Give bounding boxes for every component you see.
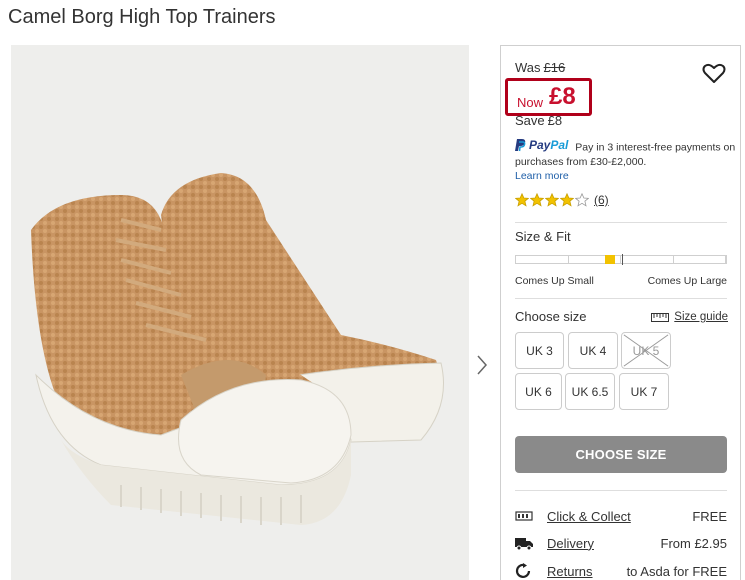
rating-stars[interactable]: (6) [515, 193, 609, 207]
paypal-logo: Pay Pal [515, 138, 568, 152]
size-guide-link[interactable]: Size guide [651, 311, 728, 323]
star-filled-icon [530, 193, 544, 207]
divider [515, 298, 727, 299]
returns-icon [515, 563, 531, 578]
delivery-link[interactable]: Delivery [547, 536, 661, 551]
star-empty-icon [575, 193, 589, 207]
size-option-button: UK 5 [621, 332, 671, 369]
truck-icon [515, 538, 533, 551]
save-label: Save [515, 113, 545, 128]
paypal-message: Pay Pal Pay in 3 interest-free payments o… [515, 138, 737, 183]
now-price: £8 [549, 83, 576, 110]
delivery-row-returns: Returns to Asda for FREE [515, 561, 727, 580]
size-fit-scale [515, 254, 727, 265]
fit-large-label: Comes Up Large [647, 275, 727, 287]
star-filled-icon [545, 193, 559, 207]
review-count-link[interactable]: (6) [594, 193, 609, 207]
wishlist-heart-icon[interactable] [702, 62, 726, 84]
size-option-label: UK 6 [525, 384, 552, 399]
delivery-row-delivery: Delivery From £2.95 [515, 533, 727, 553]
paypal-icon [515, 138, 526, 151]
product-title: Camel Borg High Top Trainers [8, 6, 276, 28]
was-label: Was [515, 60, 541, 75]
star-filled-icon [560, 193, 574, 207]
size-option-button[interactable]: UK 6 [515, 373, 562, 410]
delivery-row-click-collect: Click & Collect FREE [515, 506, 727, 526]
was-price-line: Was £16 [515, 60, 565, 75]
now-price-highlight: Now £8 [505, 78, 592, 116]
returns-value: to Asda for FREE [626, 563, 727, 579]
size-option-label: UK 6.5 [571, 384, 609, 399]
size-option-label: UK 7 [630, 384, 658, 399]
paypal-learn-more-link[interactable]: Learn more [515, 169, 737, 183]
divider [515, 222, 727, 223]
was-price: £16 [543, 60, 566, 75]
now-label: Now [517, 95, 544, 110]
returns-link[interactable]: Returns [547, 564, 627, 579]
save-line: Save £8 [515, 113, 562, 128]
unavailable-cross-icon [623, 334, 669, 367]
size-fit-midpoint [622, 254, 623, 265]
ruler-icon [651, 312, 670, 322]
size-option-label: UK 4 [579, 343, 607, 358]
divider [515, 490, 727, 491]
size-option-button[interactable]: UK 6.5 [565, 373, 615, 410]
size-guide-text: Size guide [674, 311, 728, 323]
paypal-logo-pal: Pal [550, 138, 569, 152]
size-fit-marker [605, 255, 615, 264]
click-collect-value: FREE [692, 508, 727, 524]
delivery-value: From £2.95 [660, 535, 727, 551]
click-collect-link[interactable]: Click & Collect [547, 509, 692, 524]
paypal-logo-pay: Pay [529, 138, 551, 152]
size-fit-title: Size & Fit [515, 229, 571, 244]
size-option-button[interactable]: UK 7 [619, 373, 669, 410]
size-option-button[interactable]: UK 4 [568, 332, 618, 369]
size-option-button[interactable]: UK 3 [515, 332, 564, 369]
fit-small-label: Comes Up Small [515, 275, 594, 287]
choose-size-button[interactable]: CHOOSE SIZE [515, 436, 727, 473]
choose-size-title: Choose size [515, 309, 587, 324]
purchase-panel: Was £16 Now £8 Save £8 Pay Pal Pay in 3 int… [500, 45, 741, 580]
star-filled-icon [515, 193, 529, 207]
product-image[interactable] [11, 45, 469, 580]
store-icon [515, 511, 533, 521]
size-option-label: UK 3 [526, 343, 553, 358]
next-image-chevron-icon[interactable] [473, 352, 491, 378]
save-amount: £8 [547, 113, 563, 128]
